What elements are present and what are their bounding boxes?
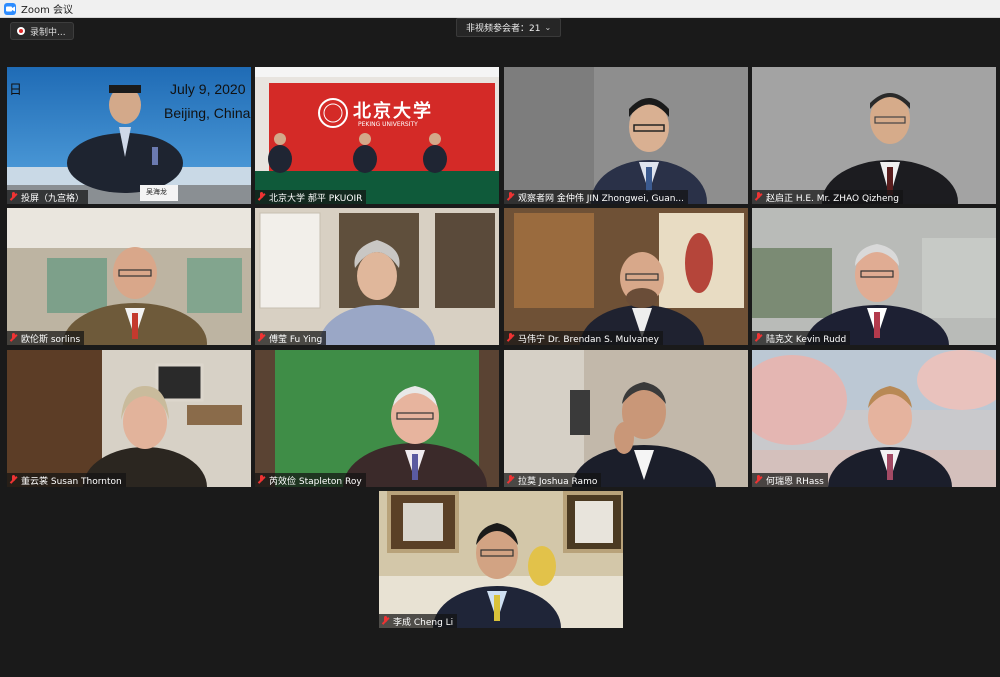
record-dot-icon: [17, 27, 25, 35]
video-tile-cheng-li[interactable]: 李成 Cheng Li: [379, 491, 623, 628]
pku-logo-subtext: PEKING UNIVERSITY: [358, 121, 418, 128]
participant-name: 赵启正 H.E. Mr. ZHAO Qizheng: [766, 193, 899, 204]
participant-name-tag: 李成 Cheng Li: [379, 614, 458, 628]
participant-name: 董云裳 Susan Thornton: [21, 476, 122, 487]
recording-label: 录制中...: [30, 27, 66, 38]
tile-video-rudd: [752, 208, 996, 345]
video-tile-stapleton-roy[interactable]: 芮效俭 Stapleton Roy: [255, 350, 499, 487]
mic-muted-icon: [257, 475, 266, 485]
video-tile-zhao-qizheng[interactable]: 赵启正 H.E. Mr. ZHAO Qizheng: [752, 67, 996, 204]
nameplate-text: 吴海龙: [146, 188, 167, 196]
mic-muted-icon: [257, 192, 266, 202]
window-titlebar: Zoom 会议: [0, 0, 1000, 18]
mic-muted-icon: [506, 475, 515, 485]
zoom-logo-icon: [4, 2, 16, 15]
tile-video-mulvaney: [504, 208, 748, 345]
tile-video-cheng-li: [379, 491, 623, 628]
video-tile-joshua-ramo[interactable]: 拉莫 Joshua Ramo: [504, 350, 748, 487]
mic-muted-icon: [754, 475, 763, 485]
nonvideo-participants-label: 非视频参会者：21: [466, 24, 541, 34]
participant-name: 李成 Cheng Li: [393, 617, 454, 628]
participant-name: 投屏（九宫格）: [21, 193, 85, 204]
participant-name-tag: 拉莫 Joshua Ramo: [504, 473, 602, 487]
screen-place-text: Beijing, China: [164, 105, 251, 121]
participant-name-tag: 董云裳 Susan Thornton: [7, 473, 126, 487]
participant-name-tag: 欧伦斯 sorlins: [7, 331, 85, 345]
participant-name-tag: 观察者网 金仲伟 JIN Zhongwei, Guan...: [504, 190, 689, 204]
mic-muted-icon: [257, 333, 266, 343]
mic-muted-icon: [506, 333, 515, 343]
participant-name: 芮效俭 Stapleton Roy: [269, 476, 362, 487]
participant-name: 陆克文 Kevin Rudd: [766, 334, 847, 345]
mic-muted-icon: [754, 333, 763, 343]
video-tile-sorlins[interactable]: 欧伦斯 sorlins: [7, 208, 251, 345]
video-tile-rhass[interactable]: 何瑞恩 RHass: [752, 350, 996, 487]
tile-video-rhass: [752, 350, 996, 487]
participant-name: 何瑞恩 RHass: [766, 476, 824, 487]
tile-video-zhao: [752, 67, 996, 204]
mic-muted-icon: [9, 475, 18, 485]
video-tile-pku[interactable]: 北京大学 PEKING UNIVERSITY 北京大学 郝平 PKUOIR: [255, 67, 499, 204]
mic-muted-icon: [506, 192, 515, 202]
participant-name: 欧伦斯 sorlins: [21, 334, 81, 345]
recording-indicator-button[interactable]: 录制中...: [10, 22, 74, 40]
tile-video-ramo: [504, 350, 748, 487]
mic-muted-icon: [381, 616, 390, 626]
tile-video-thornton: [7, 350, 251, 487]
screen-left-char: 日: [9, 83, 23, 98]
tile-video-pku: [255, 67, 499, 204]
tile-video-roy: [255, 350, 499, 487]
nonvideo-participants-button[interactable]: 非视频参会者：21 ⌄: [456, 18, 562, 37]
mic-muted-icon: [754, 192, 763, 202]
participant-name-tag: 芮效俭 Stapleton Roy: [255, 473, 366, 487]
participant-name: 北京大学 郝平 PKUOIR: [269, 193, 363, 204]
video-tile-susan-thornton[interactable]: 董云裳 Susan Thornton: [7, 350, 251, 487]
video-tile-fu-ying[interactable]: 傅莹 Fu Ying: [255, 208, 499, 345]
mic-muted-icon: [9, 192, 18, 202]
participant-name-tag: 赵启正 H.E. Mr. ZHAO Qizheng: [752, 190, 903, 204]
pku-logo-text: 北京大学: [353, 101, 433, 122]
participant-name-tag: 马伟宁 Dr. Brendan S. Mulvaney: [504, 331, 663, 345]
participant-name-tag: 何瑞恩 RHass: [752, 473, 828, 487]
video-tile-kevin-rudd[interactable]: 陆克文 Kevin Rudd: [752, 208, 996, 345]
participant-name: 傅莹 Fu Ying: [269, 334, 323, 345]
window-title: Zoom 会议: [21, 5, 74, 16]
screen-date-text: July 9, 2020: [170, 81, 246, 97]
chevron-down-icon: ⌄: [544, 23, 552, 32]
tile-video-sorlins: [7, 208, 251, 345]
mic-muted-icon: [9, 333, 18, 343]
tile-video-jin: [504, 67, 748, 204]
participant-name-tag: 北京大学 郝平 PKUOIR: [255, 190, 367, 204]
tile-video-fu-ying: [255, 208, 499, 345]
participant-name: 观察者网 金仲伟 JIN Zhongwei, Guan...: [518, 193, 685, 204]
participant-name-tag: 投屏（九宫格）: [7, 190, 89, 204]
video-tile-screen-share[interactable]: July 9, 2020 Beijing, China 日 吴海龙 投屏（九宫格…: [7, 67, 251, 204]
participant-name: 马伟宁 Dr. Brendan S. Mulvaney: [518, 334, 659, 345]
participant-name-tag: 傅莹 Fu Ying: [255, 331, 327, 345]
participant-name-tag: 陆克文 Kevin Rudd: [752, 331, 851, 345]
participant-name: 拉莫 Joshua Ramo: [518, 476, 598, 487]
video-tile-jin-zhongwei[interactable]: 观察者网 金仲伟 JIN Zhongwei, Guan...: [504, 67, 748, 204]
video-tile-mulvaney[interactable]: 马伟宁 Dr. Brendan S. Mulvaney: [504, 208, 748, 345]
